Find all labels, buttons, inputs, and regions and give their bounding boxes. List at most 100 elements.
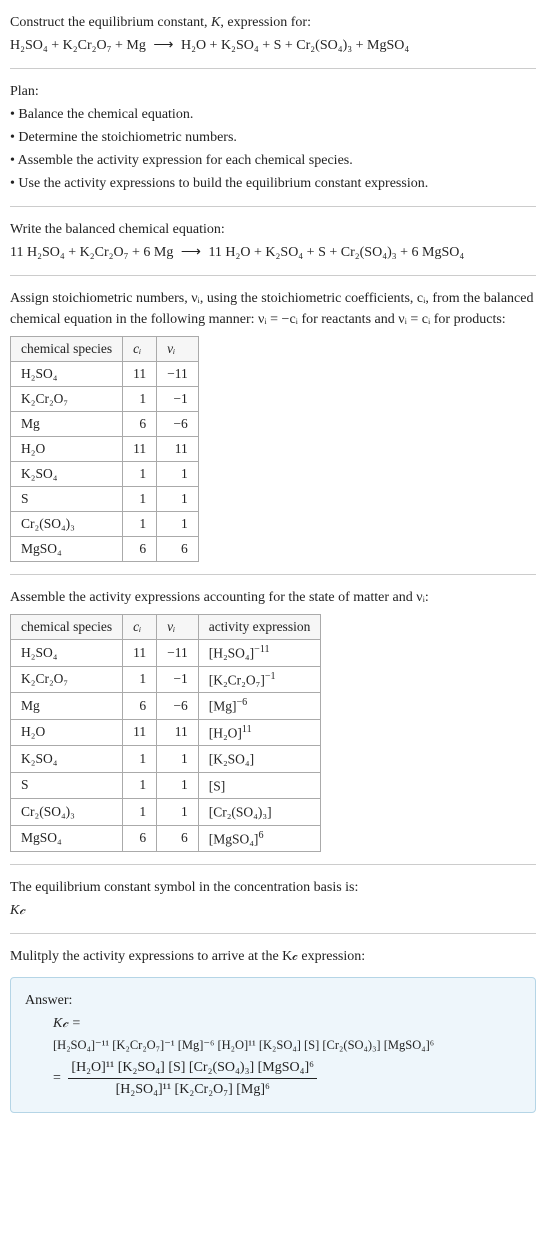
cell-v: 6 [157, 825, 199, 852]
cell-species: S [11, 487, 123, 512]
balanced-lhs: 11 H₂SO₄ + K₂Cr₂O₇ + 6 Mg [10, 245, 173, 260]
cell-v: −1 [157, 666, 199, 693]
cell-species: H₂O [11, 437, 123, 462]
balanced-title: Write the balanced chemical equation: [10, 219, 536, 240]
table-row: H₂SO₄11−11[H₂SO₄]−11 [11, 640, 321, 667]
cell-c: 1 [123, 387, 157, 412]
cell-v: −11 [157, 362, 199, 387]
cell-activity: [MgSO₄]6 [198, 825, 321, 852]
cell-species: Mg [11, 412, 123, 437]
cell-c: 6 [123, 693, 157, 720]
balanced-equation: 11 H₂SO₄ + K₂Cr₂O₇ + 6 Mg ⟶ 11 H₂O + K₂S… [10, 242, 536, 263]
cell-species: MgSO₄ [11, 537, 123, 562]
cell-c: 6 [123, 412, 157, 437]
cell-species: K₂Cr₂O₇ [11, 666, 123, 693]
cell-activity: [K₂Cr₂O₇]−1 [198, 666, 321, 693]
cell-v: −6 [157, 412, 199, 437]
table-row: K₂SO₄11 [11, 462, 199, 487]
cell-activity: [Mg]−6 [198, 693, 321, 720]
cell-c: 11 [123, 640, 157, 667]
arrow-icon: ⟶ [177, 245, 205, 260]
title-prefix: Construct the equilibrium constant, [10, 15, 211, 30]
stoich-section: Assign stoichiometric numbers, νᵢ, using… [10, 288, 536, 562]
multiply-section: Mulitply the activity expressions to arr… [10, 946, 536, 967]
table-row: MgSO₄66[MgSO₄]6 [11, 825, 321, 852]
cell-v: 1 [157, 462, 199, 487]
cell-c: 11 [123, 719, 157, 746]
cell-species: K₂Cr₂O₇ [11, 387, 123, 412]
fraction-denominator: [H₂SO₄]¹¹ [K₂Cr₂O₇] [Mg]⁶ [68, 1079, 317, 1100]
title-suffix: , expression for: [220, 15, 311, 30]
cell-v: 11 [157, 719, 199, 746]
table-row: S11[S] [11, 772, 321, 799]
arrow-icon: ⟶ [149, 38, 177, 53]
multiply-line: Mulitply the activity expressions to arr… [10, 946, 536, 967]
divider [10, 206, 536, 207]
table-row: Cr₂(SO₄)₃11[Cr₂(SO₄)₃] [11, 799, 321, 826]
cell-v: 1 [157, 512, 199, 537]
table-header-row: chemical species cᵢ νᵢ activity expressi… [11, 615, 321, 640]
plan-item: • Balance the chemical equation. [10, 104, 536, 125]
kc-symbol: K𝒸 [10, 900, 536, 921]
cell-v: −6 [157, 693, 199, 720]
cell-species: K₂SO₄ [11, 746, 123, 773]
col-vi: νᵢ [157, 615, 199, 640]
cell-c: 1 [123, 512, 157, 537]
eq-rhs: H₂O + K₂SO₄ + S + Cr₂(SO₄)₃ + MgSO₄ [181, 38, 409, 53]
answer-box: Answer: K𝒸 = [H₂SO₄]⁻¹¹ [K₂Cr₂O₇]⁻¹ [Mg]… [10, 977, 536, 1113]
cell-v: −1 [157, 387, 199, 412]
cell-species: H₂SO₄ [11, 362, 123, 387]
plan-item: • Assemble the activity expression for e… [10, 150, 536, 171]
eq-lhs: H₂SO₄ + K₂Cr₂O₇ + Mg [10, 38, 146, 53]
cell-activity: [K₂SO₄] [198, 746, 321, 773]
problem-header: Construct the equilibrium constant, K, e… [10, 12, 536, 56]
symbol-line1: The equilibrium constant symbol in the c… [10, 877, 536, 898]
cell-c: 11 [123, 362, 157, 387]
kc-eq-line: K𝒸 = [53, 1013, 521, 1034]
plan-item: • Determine the stoichiometric numbers. [10, 127, 536, 148]
activity-intro: Assemble the activity expressions accoun… [10, 587, 536, 608]
balanced-section: Write the balanced chemical equation: 11… [10, 219, 536, 263]
activity-section: Assemble the activity expressions accoun… [10, 587, 536, 852]
table-row: Mg6−6[Mg]−6 [11, 693, 321, 720]
cell-activity: [S] [198, 772, 321, 799]
stoich-table: chemical species cᵢ νᵢ H₂SO₄11−11 K₂Cr₂O… [10, 336, 199, 562]
equals-sign: = [53, 1070, 61, 1085]
table-header-row: chemical species cᵢ νᵢ [11, 337, 199, 362]
table-row: MgSO₄66 [11, 537, 199, 562]
col-species: chemical species [11, 337, 123, 362]
cell-c: 1 [123, 462, 157, 487]
cell-v: 1 [157, 799, 199, 826]
table-row: Cr₂(SO₄)₃11 [11, 512, 199, 537]
cell-v: 6 [157, 537, 199, 562]
cell-activity: [Cr₂(SO₄)₃] [198, 799, 321, 826]
col-activity: activity expression [198, 615, 321, 640]
cell-species: MgSO₄ [11, 825, 123, 852]
col-species: chemical species [11, 615, 123, 640]
cell-species: S [11, 772, 123, 799]
cell-c: 1 [123, 487, 157, 512]
divider [10, 68, 536, 69]
cell-c: 1 [123, 799, 157, 826]
cell-activity: [H₂O]11 [198, 719, 321, 746]
divider [10, 275, 536, 276]
plan-item: • Use the activity expressions to build … [10, 173, 536, 194]
divider [10, 933, 536, 934]
balanced-rhs: 11 H₂O + K₂SO₄ + S + Cr₂(SO₄)₃ + 6 MgSO₄ [208, 245, 464, 260]
col-ci: cᵢ [123, 337, 157, 362]
cell-c: 1 [123, 772, 157, 799]
kc-fraction: [H₂O]¹¹ [K₂SO₄] [S] [Cr₂(SO₄)₃] [MgSO₄]⁶… [68, 1057, 317, 1100]
activity-table: chemical species cᵢ νᵢ activity expressi… [10, 614, 321, 852]
cell-species: H₂O [11, 719, 123, 746]
table-row: Mg6−6 [11, 412, 199, 437]
cell-species: Mg [11, 693, 123, 720]
cell-species: Cr₂(SO₄)₃ [11, 512, 123, 537]
unbalanced-equation: H₂SO₄ + K₂Cr₂O₇ + Mg ⟶ H₂O + K₂SO₄ + S +… [10, 35, 536, 56]
cell-c: 1 [123, 746, 157, 773]
cell-activity: [H₂SO₄]−11 [198, 640, 321, 667]
cell-v: 1 [157, 746, 199, 773]
table-row: K₂Cr₂O₇1−1[K₂Cr₂O₇]−1 [11, 666, 321, 693]
title-k: K [211, 15, 220, 30]
cell-species: Cr₂(SO₄)₃ [11, 799, 123, 826]
col-ci: cᵢ [123, 615, 157, 640]
